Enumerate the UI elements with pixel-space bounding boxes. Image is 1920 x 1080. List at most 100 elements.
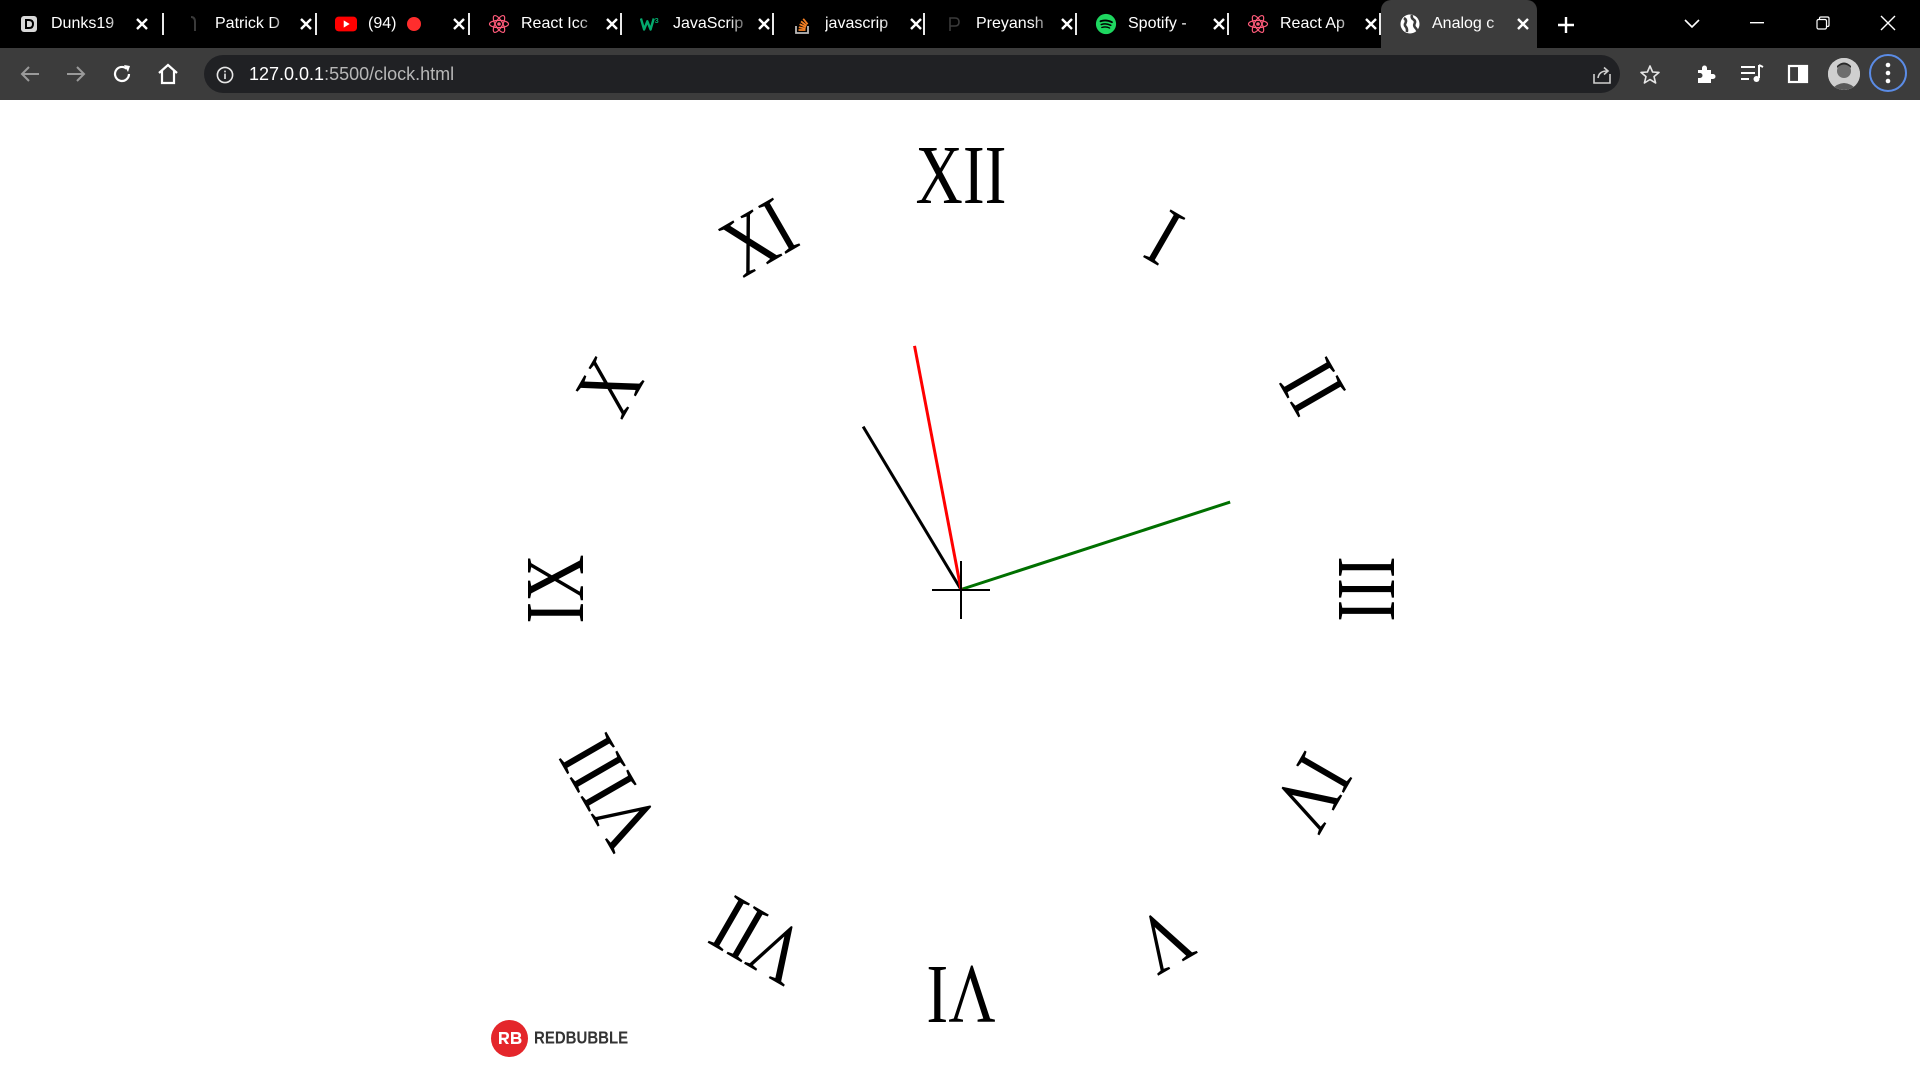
close-icon xyxy=(1213,18,1225,30)
forward-button[interactable] xyxy=(62,60,90,88)
more-vertical-icon xyxy=(1885,62,1891,84)
profile-photo-icon xyxy=(1828,58,1860,90)
youtube-icon xyxy=(335,13,357,35)
tab-title: javascrip xyxy=(825,15,889,32)
clock-numeral: II xyxy=(1260,344,1364,429)
reload-button[interactable] xyxy=(108,60,136,88)
tab-close-button[interactable] xyxy=(297,15,315,33)
tab-title: Analog c xyxy=(1432,15,1495,32)
bookmark-button[interactable] xyxy=(1638,63,1662,87)
arrow-left-icon xyxy=(20,66,39,82)
clock-numeral: XII xyxy=(915,129,1007,222)
tab-search-button[interactable] xyxy=(1680,12,1704,36)
tab-close-button[interactable] xyxy=(133,15,151,33)
clock-numeral: X xyxy=(557,342,662,430)
second-hand xyxy=(960,500,1231,591)
clock-numeral: V xyxy=(1120,888,1208,993)
playlist-music-icon xyxy=(1741,64,1764,82)
arrow-right-icon xyxy=(67,66,86,82)
tab-close-button[interactable] xyxy=(1210,15,1228,33)
extensions-button[interactable] xyxy=(1692,60,1720,88)
tab-strip: Dunks19 Patrick D (94) React Icc 3 JavaScrip j… xyxy=(0,0,1920,48)
url-text[interactable]: 127.0.0.1:5500/clock.html xyxy=(249,64,454,84)
browser-menu-button[interactable] xyxy=(1869,54,1907,92)
close-icon xyxy=(910,18,922,30)
tab-close-button[interactable] xyxy=(755,15,773,33)
reload-icon xyxy=(113,65,131,83)
minimize-icon xyxy=(1750,22,1764,24)
home-button[interactable] xyxy=(154,60,182,88)
clock-numeral: IV xyxy=(1254,738,1370,845)
spotify-icon xyxy=(1095,13,1117,35)
svg-text:3: 3 xyxy=(655,16,659,25)
clock-numeral: XI xyxy=(705,180,812,296)
tab-close-button[interactable] xyxy=(603,15,621,33)
tab-close-button[interactable] xyxy=(1058,15,1076,33)
tab-close-button[interactable] xyxy=(1514,15,1532,33)
close-icon xyxy=(1365,18,1377,30)
restore-icon xyxy=(1816,16,1830,30)
close-icon xyxy=(300,18,312,30)
page-content: XII I II III IV V VI VII VIII IX X XI REDBUBBLE xyxy=(0,100,1920,1080)
share-button[interactable] xyxy=(1590,63,1614,87)
preyansh-favicon-icon xyxy=(943,13,965,35)
tab-title: React Icc xyxy=(521,15,588,32)
browser-tab[interactable]: 3 JavaScrip xyxy=(622,0,774,48)
side-panel-button[interactable] xyxy=(1784,60,1812,88)
close-icon xyxy=(758,18,770,30)
plus-icon xyxy=(1558,17,1574,33)
close-icon xyxy=(1517,18,1529,30)
browser-tab[interactable]: Patrick D xyxy=(164,0,317,48)
tab-title: Preyansh xyxy=(976,15,1044,32)
patrick-favicon-icon xyxy=(182,13,204,35)
redbubble-logo-icon xyxy=(491,1019,528,1057)
hour-hand xyxy=(861,425,963,590)
site-info-button[interactable] xyxy=(215,65,235,85)
browser-tab[interactable]: React Icc xyxy=(470,0,622,48)
tab-title: Dunks19 xyxy=(51,15,115,32)
tab-close-button[interactable] xyxy=(450,15,468,33)
tab-title: React Ap xyxy=(1280,15,1345,32)
share-icon xyxy=(1593,66,1611,84)
restore-button[interactable] xyxy=(1808,8,1838,38)
close-icon xyxy=(453,18,465,30)
media-controls-button[interactable] xyxy=(1738,60,1766,88)
minimize-button[interactable] xyxy=(1742,8,1772,38)
clock-numeral: I xyxy=(1131,192,1197,284)
side-panel-icon xyxy=(1787,64,1809,84)
w3schools-icon: 3 xyxy=(640,13,662,35)
clock-numeral: VII xyxy=(695,877,821,1004)
dunks-favicon-icon xyxy=(18,13,40,35)
browser-tab[interactable]: Spotify - xyxy=(1077,0,1229,48)
brand-name: REDBUBBLE xyxy=(534,1028,629,1048)
browser-tab[interactable]: Dunks19 xyxy=(0,0,164,48)
recording-dot-icon xyxy=(407,17,421,31)
info-icon xyxy=(216,66,234,84)
react-icon xyxy=(1247,13,1269,35)
tab-close-button[interactable] xyxy=(1362,15,1380,33)
puzzle-icon xyxy=(1698,65,1716,83)
clock-numeral: VIII xyxy=(541,719,679,864)
new-tab-button[interactable] xyxy=(1553,12,1579,38)
clock-numeral: IX xyxy=(509,554,602,624)
browser-tab[interactable]: Preyansh xyxy=(925,0,1077,48)
globe-icon xyxy=(1399,13,1421,35)
browser-tab[interactable]: javascrip xyxy=(774,0,925,48)
home-icon xyxy=(158,63,178,85)
browser-tab[interactable]: React Ap xyxy=(1229,0,1381,48)
brand-watermark: REDBUBBLE xyxy=(491,1018,628,1058)
browser-tab[interactable]: (94) xyxy=(317,0,470,48)
profile-avatar[interactable] xyxy=(1828,58,1860,90)
chevron-down-icon xyxy=(1684,19,1700,29)
tab-title: Spotify - xyxy=(1128,15,1187,32)
close-icon xyxy=(136,18,148,30)
close-icon xyxy=(1880,15,1896,31)
react-icon xyxy=(488,13,510,35)
close-window-button[interactable] xyxy=(1873,8,1903,38)
clock-numeral: VI xyxy=(926,948,996,1041)
address-bar[interactable]: 127.0.0.1:5500/clock.html xyxy=(204,55,1660,93)
url-host: 127.0.0.1 xyxy=(249,64,325,84)
clock-center-crosshair-vertical xyxy=(960,561,962,619)
back-button[interactable] xyxy=(16,60,44,88)
browser-tab[interactable]: Analog c xyxy=(1381,0,1537,48)
